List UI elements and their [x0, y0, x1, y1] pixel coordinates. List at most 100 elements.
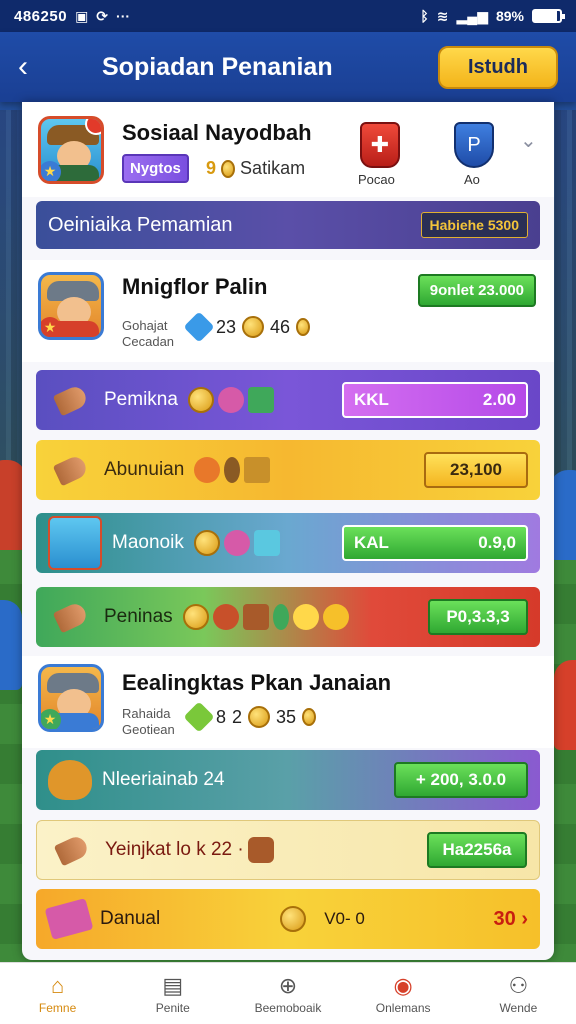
potion-icon [223, 530, 250, 556]
player-avatar[interactable]: ★ [38, 272, 104, 340]
profile-tag: Nygtos [122, 154, 189, 183]
document-icon: ▤ [162, 972, 184, 998]
user-icon: ⚇ [508, 972, 529, 998]
status-right: ᛒ ≋ ▂▄▆ 89% [420, 7, 565, 25]
glove-icon [247, 837, 274, 863]
band-label: Abunuian [104, 459, 185, 480]
coin-icon [302, 708, 317, 726]
side-figure-right-2 [554, 660, 576, 750]
stat-value: 35 [276, 706, 297, 727]
coin-icon [242, 316, 265, 338]
band-icons [193, 530, 280, 556]
app-bar: ‹ Sopiadan Penanian Istudh [0, 32, 576, 102]
star-icon [292, 604, 319, 630]
player-sub-line-2: Geotiean [122, 722, 175, 737]
player-stats: 8 2 35 [183, 701, 317, 733]
player-row[interactable]: ★ Mnigflor Palin Gohajat Cecadan 23 46 9o… [22, 260, 554, 362]
blue-shield-icon[interactable]: P [454, 122, 494, 168]
player-score-pill[interactable]: 9onlet 23.000 [417, 274, 536, 307]
star-badge-icon: ★ [41, 317, 61, 337]
back-arrow-icon[interactable]: ‹ [18, 50, 54, 84]
band-value[interactable]: Ha2256a [427, 832, 527, 868]
stat-value: 23 [216, 316, 237, 337]
horn-icon [48, 381, 94, 419]
horn-icon [49, 831, 95, 869]
reward-band[interactable]: Maonoik KAL 0.9,0 [36, 513, 540, 573]
leaf-icon [247, 387, 274, 413]
profile-name: Sosiaal Nayodbah [122, 120, 312, 145]
summary-band[interactable]: Danual V0- 0 30 › [36, 889, 540, 949]
player-thumb-icon [48, 516, 102, 570]
profile-header[interactable]: ★ Sosiaal Nayodbah Nygtos 9 Satikam ✚ Po… [22, 102, 554, 197]
band-label: Nleeriainab 24 [102, 769, 225, 790]
band-label: Pemikna [104, 389, 178, 410]
reward-band[interactable]: Nleeriainab 24 + 200, 3.0.0 [36, 750, 540, 810]
coin-icon [182, 604, 209, 630]
star-badge-icon: ★ [41, 709, 61, 729]
nav-label: Wende [499, 1000, 538, 1015]
reward-band[interactable]: Peninas P0,3.3,3 [36, 587, 540, 647]
reward-band[interactable]: Yeinjkat lo k 22 · Ha2256a [36, 820, 540, 880]
value-amount: 2.00 [482, 390, 516, 409]
coin-icon [296, 318, 311, 336]
player-sub: Gohajat Cecadan [122, 318, 174, 350]
bottom-navigation: ⌂ Femne ▤ Penite ⊕ Beemoboaik ◉ Onlemans… [0, 962, 576, 1024]
band-value[interactable]: KAL 0.9,0 [342, 525, 528, 561]
star-badge-icon: ★ [41, 161, 61, 181]
gem-icon [183, 701, 215, 733]
player-sub-line-1: Rahaida [122, 706, 171, 721]
crate-icon [244, 457, 271, 483]
player-sub-line-2: Cecadan [122, 334, 175, 349]
band-value[interactable]: P0,3.3,3 [428, 599, 528, 635]
nav-document[interactable]: ▤ Penite [123, 973, 223, 1015]
red-shield-icon[interactable]: ✚ [360, 122, 400, 168]
chevron-down-icon[interactable]: ⌄ [520, 128, 537, 153]
stat-value: 8 [216, 706, 227, 727]
status-bar: 486250 ▣ ⟳ ··· ᛒ ≋ ▂▄▆ 89% [0, 0, 576, 32]
band-value[interactable]: KKL 2.00 [342, 382, 528, 418]
plus-circle-icon: ⊕ [278, 972, 298, 998]
nav-location[interactable]: ◉ Onlemans [353, 973, 453, 1015]
signal-icon: ▂▄▆ [456, 7, 488, 24]
home-icon: ⌂ [50, 972, 65, 998]
nav-add[interactable]: ⊕ Beemoboaik [238, 973, 338, 1015]
reward-band[interactable]: Abunuian 23,100 [36, 440, 540, 500]
coin-icon [193, 530, 220, 556]
gem-icon [183, 311, 215, 343]
side-figure-left-2 [0, 600, 22, 690]
ticket-icon [44, 898, 94, 940]
battery-fill [534, 11, 558, 21]
nav-profile[interactable]: ⚇ Wende [468, 973, 568, 1015]
section-title: Oeiniaika Pemamian [48, 213, 233, 236]
player-row[interactable]: ★ Eealingktas Pkan Janaian Rahaida Geotie… [22, 656, 554, 748]
band-label: Danual [100, 908, 161, 929]
star-icon [253, 530, 280, 556]
level-text: Satikam [240, 158, 306, 178]
burst-icon [212, 604, 239, 630]
profile-avatar[interactable]: ★ [38, 116, 104, 184]
player-stats: 23 46 [183, 311, 311, 343]
nav-label: Femne [38, 1000, 77, 1015]
profile-level: 9 Satikam [206, 158, 305, 179]
band-icons [187, 387, 274, 413]
player-name: Eealingktas Pkan Janaian [122, 670, 392, 695]
cowboy-icon [48, 760, 92, 800]
section-header: Oeiniaika Pemamian Habiehe 5300 [36, 201, 540, 249]
horn-icon [48, 598, 94, 636]
player-avatar[interactable]: ★ [38, 664, 104, 732]
band-value[interactable]: 23,100 [424, 452, 528, 488]
section-pill[interactable]: Habiehe 5300 [420, 212, 528, 238]
stat-value: 2 [232, 706, 243, 727]
main-card: ★ Sosiaal Nayodbah Nygtos 9 Satikam ✚ Po… [22, 102, 554, 960]
sim-icon: ▣ [75, 7, 89, 24]
nav-home[interactable]: ⌂ Femne [8, 973, 108, 1015]
band-total[interactable]: 30 › [494, 908, 528, 931]
reward-band[interactable]: Pemikna KKL 2.00 [36, 370, 540, 430]
player-sub: Rahaida Geotiean [122, 706, 175, 738]
coin-icon [248, 706, 271, 728]
horn-icon [48, 451, 94, 489]
band-value[interactable]: + 200, 3.0.0 [394, 762, 528, 798]
band-label: Maonoik [112, 532, 184, 553]
player-sub-line-1: Gohajat [122, 318, 168, 333]
header-action-button[interactable]: Istudh [438, 45, 558, 89]
